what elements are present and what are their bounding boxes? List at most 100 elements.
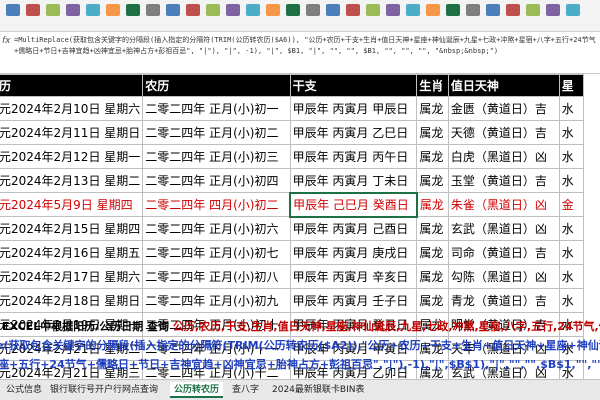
cell-lunar[interactable]: 二零二四年 正月(小)初四 bbox=[142, 168, 291, 193]
cell-ganzhi[interactable]: 甲辰年 丙寅月 壬子日 bbox=[289, 288, 418, 313]
cell-deity[interactable]: 白虎（黑道日）凶 bbox=[447, 144, 560, 169]
style-icon[interactable] bbox=[366, 4, 380, 16]
undo-icon[interactable] bbox=[566, 4, 580, 16]
sheet-tab-formula-info[interactable]: 公式信息 bbox=[2, 382, 46, 398]
format-icon[interactable] bbox=[126, 4, 140, 16]
cell-ganzhi[interactable]: 甲辰年 丙寅月 乙巳日 bbox=[289, 120, 418, 145]
cell-star[interactable]: 水 bbox=[558, 240, 585, 265]
sum-icon[interactable] bbox=[186, 4, 200, 16]
cell-deity[interactable]: 玄武（黑道日）凶 bbox=[447, 216, 560, 241]
cell-star[interactable]: 水 bbox=[558, 264, 585, 289]
cell-star[interactable]: 水 bbox=[558, 120, 585, 145]
cell-ganzhi[interactable]: 甲辰年 丙寅月 甲辰日 bbox=[289, 96, 418, 121]
column-header-star[interactable]: 星 bbox=[558, 74, 585, 97]
column-header-zodiac[interactable]: 生肖 bbox=[416, 74, 449, 97]
table-row: 公元2024年2月11日 星期日 二零二四年 正月(小)初二 甲辰年 丙寅月 乙巳日… bbox=[0, 120, 585, 145]
paste-icon[interactable] bbox=[6, 4, 20, 16]
sheet-tab-solar-to-lunar[interactable]: 公历转农历 bbox=[170, 382, 224, 398]
sheet-tab-bazi[interactable]: 查八字 bbox=[228, 382, 263, 398]
comment-icon[interactable] bbox=[466, 4, 480, 16]
clear-icon[interactable] bbox=[406, 4, 420, 16]
cell-zodiac[interactable]: 属龙 bbox=[416, 264, 449, 289]
cell-zodiac[interactable]: 属龙 bbox=[416, 288, 449, 313]
cell-star[interactable]: 水 bbox=[558, 168, 585, 193]
filter-icon[interactable] bbox=[166, 4, 180, 16]
merge-icon[interactable] bbox=[106, 4, 120, 16]
table-icon[interactable] bbox=[286, 4, 300, 16]
cell-lunar[interactable]: 二零二四年 四月(小)初二 bbox=[142, 192, 291, 217]
font-color-icon[interactable] bbox=[26, 4, 40, 16]
cell-zodiac[interactable]: 属龙 bbox=[416, 216, 449, 241]
column-header-solar[interactable]: 公历 bbox=[0, 74, 144, 97]
sheet-tab-bank-lookup[interactable]: 银行联行号开户行网点查询 bbox=[46, 382, 162, 398]
worksheet-grid[interactable]: 公历农历干支生肖值日天神星公元2024年2月10日 星期六二零二四年 正月(小)… bbox=[0, 74, 600, 379]
cell-star[interactable]: 水 bbox=[558, 288, 585, 313]
cell-zodiac[interactable]: 属龙 bbox=[416, 144, 449, 169]
column-header-lunar[interactable]: 农历 bbox=[142, 74, 291, 97]
cell-deity[interactable]: 玉堂（黄道日）吉 bbox=[447, 168, 560, 193]
cell-zodiac[interactable]: 属龙 bbox=[416, 192, 449, 217]
pivot-icon[interactable] bbox=[446, 4, 460, 16]
cell-lunar[interactable]: 二零二四年 正月(小)初九 bbox=[142, 288, 291, 313]
sheet-tab-bin-table[interactable]: 2024最新银联卡BIN表 bbox=[268, 382, 368, 398]
cell-deity[interactable]: 勾陈（黑道日）凶 bbox=[447, 264, 560, 289]
cell-lunar[interactable]: 二零二四年 正月(小)初一 bbox=[142, 96, 291, 121]
fill-color-icon[interactable] bbox=[46, 4, 60, 16]
print-icon[interactable] bbox=[526, 4, 540, 16]
cell-ganzhi[interactable]: 甲辰年 丙寅月 庚戌日 bbox=[289, 240, 418, 265]
cell-ganzhi[interactable]: 甲辰年 丙寅月 辛亥日 bbox=[289, 264, 418, 289]
cell-zodiac[interactable]: 属龙 bbox=[416, 120, 449, 145]
cell-ganzhi[interactable]: 甲辰年 己巳月 癸酉日 bbox=[289, 191, 418, 218]
protect-icon[interactable] bbox=[486, 4, 500, 16]
border-icon[interactable] bbox=[66, 4, 80, 16]
cell-deity[interactable]: 司命（黄道日）吉 bbox=[447, 240, 560, 265]
column-header-deity[interactable]: 值日天神 bbox=[447, 74, 560, 97]
cell-solar[interactable]: 公元2024年2月13日 星期二 bbox=[0, 168, 144, 193]
cell-lunar[interactable]: 二零二四年 正月(小)初七 bbox=[142, 240, 291, 265]
cell-solar[interactable]: 公元2024年2月15日 星期四 bbox=[0, 216, 144, 241]
cell-solar[interactable]: 公元2024年2月17日 星期六 bbox=[0, 264, 144, 289]
cell-solar[interactable]: 公元2024年2月12日 星期一 bbox=[0, 144, 144, 169]
column-header-ganzhi[interactable]: 干支 bbox=[289, 74, 418, 97]
sort-icon[interactable] bbox=[146, 4, 160, 16]
cell-deity[interactable]: 青龙（黄道日）吉 bbox=[447, 288, 560, 313]
cell-solar[interactable]: 公元2024年2月11日 星期日 bbox=[0, 120, 144, 145]
cell-ganzhi[interactable]: 甲辰年 丙寅月 丁未日 bbox=[289, 168, 418, 193]
cell-solar[interactable]: 公元2024年2月18日 星期日 bbox=[0, 288, 144, 313]
cell-star[interactable]: 水 bbox=[558, 216, 585, 241]
find-icon[interactable] bbox=[246, 4, 260, 16]
sheet-tab-bar: 公式信息 银行联行号开户行网点查询 公历转农历 查八字 2024最新银联卡BIN… bbox=[0, 379, 600, 400]
cell-lunar[interactable]: 二零二四年 正月(小)初六 bbox=[142, 216, 291, 241]
function-icon[interactable] bbox=[426, 4, 440, 16]
align-icon[interactable] bbox=[86, 4, 100, 16]
save-icon[interactable] bbox=[546, 4, 560, 16]
cell-zodiac[interactable]: 属龙 bbox=[416, 240, 449, 265]
cell-solar[interactable]: 公元2024年2月16日 星期五 bbox=[0, 240, 144, 265]
share-icon[interactable] bbox=[506, 4, 520, 16]
fill-icon[interactable] bbox=[386, 4, 400, 16]
insert-icon[interactable] bbox=[206, 4, 220, 16]
cell-deity[interactable]: 天德（黄道日）吉 bbox=[447, 120, 560, 145]
cell-solar[interactable]: 公元2024年5月9日 星期四 bbox=[0, 192, 144, 217]
cell-zodiac[interactable]: 属龙 bbox=[416, 168, 449, 193]
chart-icon[interactable] bbox=[266, 4, 280, 16]
cell-star[interactable]: 水 bbox=[558, 144, 585, 169]
delete-icon[interactable] bbox=[226, 4, 240, 16]
wrap-icon[interactable] bbox=[326, 4, 340, 16]
cell-ganzhi[interactable]: 甲辰年 丙寅月 丙午日 bbox=[289, 144, 418, 169]
cell-star[interactable]: 水 bbox=[558, 96, 585, 121]
cell-lunar[interactable]: 二零二四年 正月(小)初二 bbox=[142, 120, 291, 145]
cell-solar[interactable]: 公元2024年2月10日 星期六 bbox=[0, 96, 144, 121]
cell-lunar[interactable]: 二零二四年 正月(小)初八 bbox=[142, 264, 291, 289]
cell-zodiac[interactable]: 属龙 bbox=[416, 96, 449, 121]
cell-deity[interactable]: 朱雀（黑道日）凶 bbox=[447, 192, 560, 217]
formula-text[interactable]: =MultiReplace(获取包含关键字的分隔段(插入指定的分隔符(TRIM(… bbox=[14, 35, 598, 57]
cell-lunar[interactable]: 二零二四年 正月(小)初三 bbox=[142, 144, 291, 169]
condition-icon[interactable] bbox=[346, 4, 360, 16]
table-row: 公元2024年2月18日 星期日 二零二四年 正月(小)初九 甲辰年 丙寅月 壬子日… bbox=[0, 288, 585, 313]
cell-ganzhi[interactable]: 甲辰年 丙寅月 己酉日 bbox=[289, 216, 418, 241]
cell-deity[interactable]: 金匮（黄道日）吉 bbox=[447, 96, 560, 121]
cell-star[interactable]: 金 bbox=[558, 192, 585, 217]
formula-bar[interactable]: fx =MultiReplace(获取包含关键字的分隔段(插入指定的分隔符(TR… bbox=[0, 32, 600, 74]
freeze-icon[interactable] bbox=[306, 4, 320, 16]
